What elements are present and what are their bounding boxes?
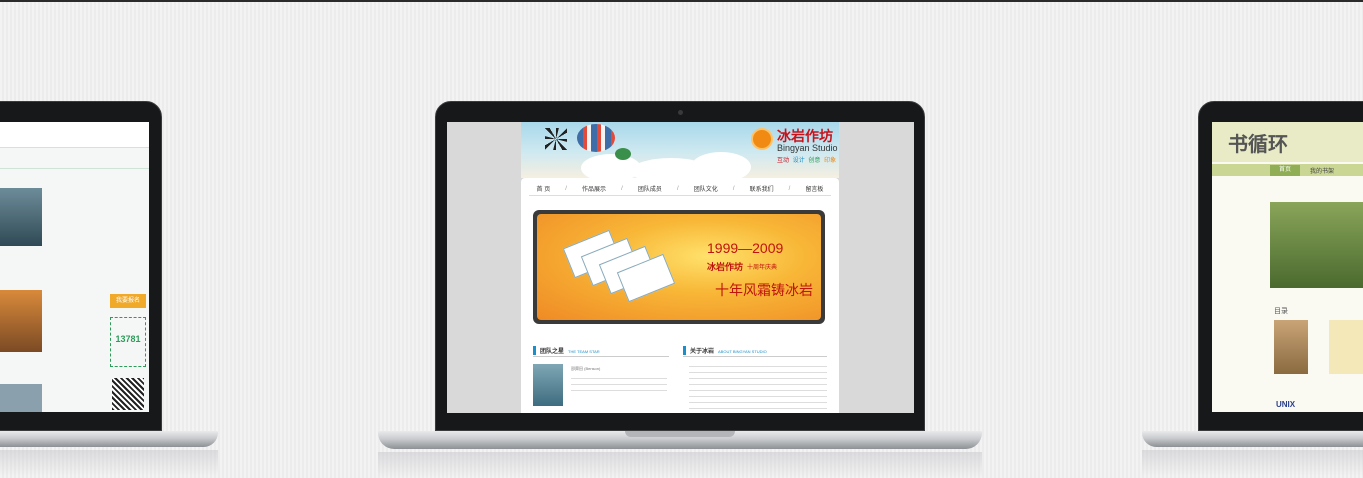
balloon-icon xyxy=(577,124,615,152)
member-bio xyxy=(571,376,667,396)
center-screen: 冰岩作坊 Bingyan Studio 互动 设计 创意 印象 首 页 / 作品展… xyxy=(447,122,914,413)
brand-tags: 互动 设计 创意 印象 xyxy=(777,158,837,164)
bookcycle-title: 书循环 xyxy=(1228,134,1288,156)
member-name: 邵舜田 (Benson) xyxy=(571,366,601,371)
qr-code-icon xyxy=(112,378,144,410)
book-title: UNIX xyxy=(1276,400,1296,409)
nav-culture[interactable]: 团队文化 xyxy=(694,184,718,193)
member-photo xyxy=(533,364,563,406)
banner-anniversary: 十周年庆典 xyxy=(747,265,778,271)
website-collage-image xyxy=(562,228,676,303)
nav-home[interactable]: 首 页 xyxy=(537,184,551,193)
banner-years: 1999—2009 xyxy=(707,240,784,256)
banner-slogan: 十年风霜铸冰岩 xyxy=(715,282,813,298)
top-border xyxy=(0,0,1363,2)
bingyan-logo-icon xyxy=(751,128,773,150)
site-body: 首 页 / 作品展示 / 团队成员 / 团队文化 / 联系我们 / 留言板 1999—20… xyxy=(521,178,839,413)
hero-banner[interactable]: 1999—2009 冰岩作坊 十周年庆典 十年风霜铸冰岩 xyxy=(533,210,825,324)
signup-count: 13781 xyxy=(115,334,141,344)
tab-home[interactable]: 首页 xyxy=(1270,165,1300,176)
about-heading: 关于冰岩 ABOUT BINGYAN STUDIO xyxy=(683,346,767,355)
book-cover-2 xyxy=(1329,320,1363,374)
left-screen: 我要报名 13781 xyxy=(0,122,149,412)
windmill-icon xyxy=(545,128,567,150)
fish-icon xyxy=(615,148,631,160)
right-base xyxy=(1142,431,1363,447)
section-title: 目录 xyxy=(1274,308,1288,315)
nav-contact[interactable]: 联系我们 xyxy=(750,184,774,193)
site-header: 冰岩作坊 Bingyan Studio 互动 设计 创意 印象 xyxy=(521,122,839,184)
bingyan-site: 冰岩作坊 Bingyan Studio 互动 设计 创意 印象 首 页 / 作品展… xyxy=(447,122,914,413)
banner-brand: 冰岩作坊 xyxy=(707,262,744,272)
promo-image xyxy=(1270,202,1363,288)
left-base xyxy=(0,431,218,447)
nav-works[interactable]: 作品展示 xyxy=(582,184,606,193)
brand-en: Bingyan Studio xyxy=(777,143,838,153)
tab-my-shelf[interactable]: 我的书架 xyxy=(1310,166,1334,175)
nav-members[interactable]: 团队成员 xyxy=(638,184,662,193)
book-cover xyxy=(1274,320,1308,374)
center-base xyxy=(378,431,982,449)
join-button[interactable]: 我要报名 xyxy=(110,294,146,308)
team-star-heading: 团队之星 THE TEAM STAR xyxy=(533,346,600,355)
about-text xyxy=(689,364,827,413)
webcam-icon xyxy=(678,110,683,115)
main-nav: 首 页 / 作品展示 / 团队成员 / 团队文化 / 联系我们 / 留言板 xyxy=(529,182,831,196)
right-screen: 书循环 首页 我的书架 目录 UNIX xyxy=(1212,122,1363,412)
nav-guestbook[interactable]: 留言板 xyxy=(805,184,823,193)
